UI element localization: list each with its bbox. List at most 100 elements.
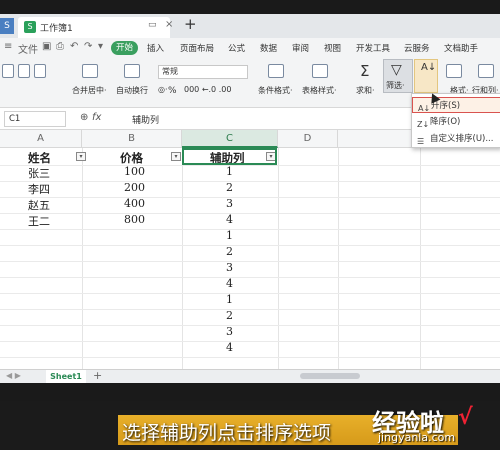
column-header-d[interactable]: D [278,130,338,148]
cell-name[interactable]: 张三 [28,165,50,181]
cell-name[interactable]: 赵五 [28,197,50,213]
cell-helper[interactable]: 1 [226,229,233,242]
redo-icon[interactable]: ↷ [84,41,92,52]
cell-helper[interactable]: 3 [226,325,233,338]
cell-helper[interactable]: 4 [226,277,233,290]
monitor-icon[interactable]: ▭ [148,20,157,30]
cell-helper[interactable]: 2 [226,309,233,322]
tab-formula[interactable]: 公式 [228,42,245,54]
function-icon[interactable]: fx [92,112,101,123]
app-tab[interactable]: S [0,18,14,34]
tab-data[interactable]: 数据 [260,42,277,54]
cell-price[interactable]: 400 [124,197,145,210]
dropdown-icon[interactable]: ▾ [98,41,103,52]
cell-helper[interactable]: 1 [226,293,233,306]
sort-ascending-item[interactable]: A↓ 升序(S) [412,97,500,113]
wrap-text-icon[interactable] [124,64,140,78]
table-style-icon[interactable] [312,64,328,78]
header-name[interactable]: 姓名 [28,150,51,166]
sheet-tab-bar: ◀ ▶ Sheet1 + [0,369,500,383]
align-center-icon[interactable] [18,64,30,78]
conditional-format-icon[interactable] [268,64,284,78]
grid-line [0,245,500,246]
selected-cell-c1[interactable] [182,148,277,165]
tab-developer[interactable]: 开发工具 [356,42,390,54]
conditional-format-button[interactable]: 条件格式· [258,85,293,96]
file-menu-label[interactable]: 文件 [18,41,38,56]
sheet-nav-icon[interactable]: ◀ ▶ [6,371,21,380]
checkmark-icon: √ [458,405,473,430]
menu-icon[interactable]: ≡ [4,41,12,52]
tab-cloud[interactable]: 云服务 [404,42,430,54]
row-col-icon[interactable] [478,64,494,78]
tab-review[interactable]: 审阅 [292,42,309,54]
custom-sort-label: 自定义排序(U)... [430,134,494,144]
cell-helper[interactable]: 3 [226,197,233,210]
tab-doc-assistant[interactable]: 文档助手 [444,42,478,54]
merge-center-button[interactable]: 合并居中· [72,85,107,96]
align-right-icon[interactable] [34,64,46,78]
column-header-c[interactable]: C [182,130,278,148]
close-tab-icon[interactable]: × [165,19,173,30]
new-tab-button[interactable]: + [184,15,197,33]
cell-name[interactable]: 王二 [28,213,50,229]
sum-button[interactable]: 求和· [356,85,375,96]
tab-insert[interactable]: 插入 [147,42,164,54]
caption-text: 选择辅助列点击排序选项 [122,422,332,444]
column-header-a[interactable]: A [0,130,82,148]
grid-line [0,293,500,294]
thousands-icon[interactable]: 000 ←.0 .00 [184,85,231,94]
grid-line [0,261,500,262]
cell-price[interactable]: 200 [124,181,145,194]
custom-sort-item[interactable]: ☰ 自定义排序(U)... [412,131,500,147]
print-icon[interactable]: ⎙ [56,41,64,52]
tab-start[interactable]: 开始 [111,41,138,55]
sort-descending-item[interactable]: Z↓ 降序(O) [412,114,500,130]
wrap-text-button[interactable]: 自动换行 [116,85,148,96]
filter-dropdown-icon[interactable]: ▾ [76,152,86,161]
sheet-tab-sheet1[interactable]: Sheet1 [46,370,86,383]
merge-center-icon[interactable] [82,64,98,78]
grid-line [0,325,500,326]
cell-helper[interactable]: 2 [226,181,233,194]
cell-helper[interactable]: 4 [226,213,233,226]
custom-sort-icon: ☰ [417,137,425,146]
grid-line [0,341,500,342]
filter-icon: ▽ [391,62,402,78]
document-tab[interactable]: S 工作簿1 ▭ × [18,17,173,38]
horizontal-scrollbar[interactable] [300,373,360,379]
cell-name[interactable]: 李四 [28,181,50,197]
undo-icon[interactable]: ↶ [70,41,78,52]
sort-button[interactable]: A↓ [414,59,438,93]
add-sheet-button[interactable]: + [93,369,102,382]
formula-input[interactable]: 辅助列 [132,113,159,126]
cell-helper[interactable]: 4 [226,341,233,354]
name-box[interactable]: C1 [4,111,66,127]
cell-price[interactable]: 100 [124,165,145,178]
table-style-button[interactable]: 表格样式· [302,85,337,96]
spreadsheet-grid[interactable]: 姓名 ▾ 价格 ▾ 辅助列 ▾ 张三 李四 赵五 王二 100 200 400 … [0,148,500,369]
tab-page-layout[interactable]: 页面布局 [180,42,214,54]
menu-bar: ≡ 文件 ▣ ⎙ ↶ ↷ ▾ 开始 插入 页面布局 公式 数据 审阅 视图 开发… [0,38,500,58]
sum-icon[interactable]: Σ [360,62,369,80]
column-header-b[interactable]: B [82,130,182,148]
sort-ascending-label: 升序(S) [431,101,461,111]
cell-helper[interactable]: 3 [226,261,233,274]
align-left-icon[interactable] [2,64,14,78]
grid-line [0,181,500,182]
filter-dropdown-icon[interactable]: ▾ [171,152,181,161]
cell-price[interactable]: 800 [124,213,145,226]
sort-descending-label: 降序(O) [430,117,461,127]
grid-line [0,309,500,310]
zoom-icon[interactable]: ⊕ [80,112,88,123]
save-icon[interactable]: ▣ [42,41,51,52]
format-icon[interactable] [446,64,462,78]
header-price[interactable]: 价格 [120,150,143,166]
tab-view[interactable]: 视图 [324,42,341,54]
currency-icon[interactable]: ◎· [158,85,168,94]
number-format-select[interactable]: 常规 [158,65,248,79]
cell-helper[interactable]: 1 [226,165,233,178]
filter-button[interactable]: ▽ 筛选· [383,59,413,93]
cell-helper[interactable]: 2 [226,245,233,258]
percent-button[interactable]: % [168,86,177,96]
